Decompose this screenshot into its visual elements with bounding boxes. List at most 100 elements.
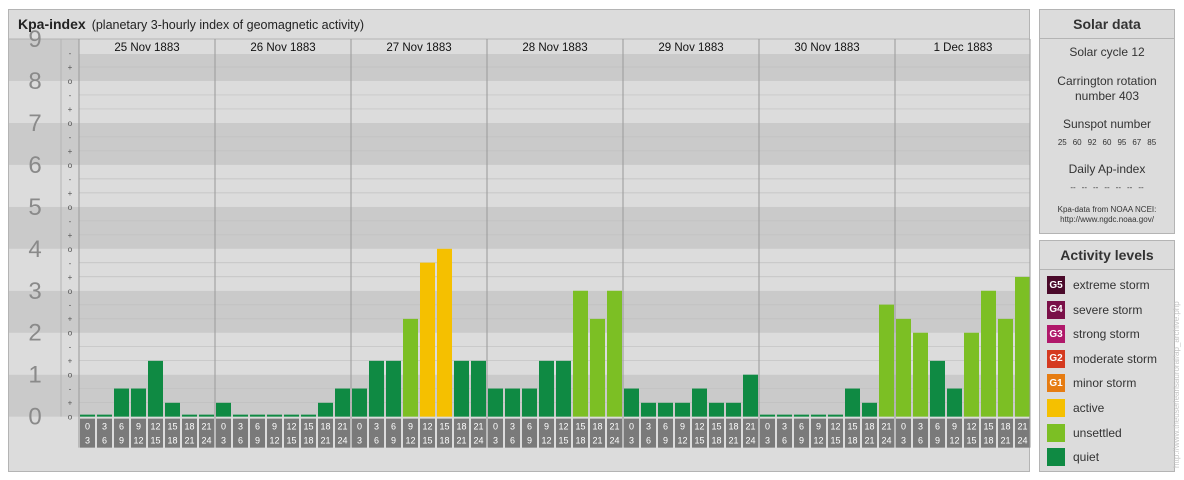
ap-index-value: -- (1104, 183, 1110, 192)
solar-cycle: Solar cycle 12 (1069, 45, 1145, 59)
time-interval-start: 12 (694, 422, 704, 432)
time-interval-end: 21 (592, 436, 602, 446)
time-interval-end: 15 (694, 436, 704, 446)
day-label: 25 Nov 1883 (114, 42, 179, 54)
kp-bar (947, 388, 962, 417)
y-minor-tick: + (68, 273, 73, 282)
time-interval-end: 6 (646, 436, 651, 446)
kp-bar (182, 414, 197, 417)
time-interval-start: 3 (510, 422, 515, 432)
kp-band (9, 80, 1030, 123)
time-interval-end: 24 (337, 436, 347, 446)
y-tick-label: 8 (28, 68, 41, 95)
time-interval-start: 3 (646, 422, 651, 432)
time-interval-start: 21 (1017, 422, 1027, 432)
time-interval-end: 18 (847, 436, 857, 446)
time-interval-start: 6 (391, 422, 396, 432)
sunspot-value: 60 (1102, 138, 1112, 147)
sunspot-value: 60 (1072, 138, 1082, 147)
time-interval-start: 12 (422, 422, 432, 432)
time-interval-end: 9 (935, 436, 940, 446)
time-interval-start: 0 (221, 422, 226, 432)
kp-bar (80, 414, 95, 417)
kp-bar (267, 414, 282, 417)
time-interval-start: 9 (816, 422, 821, 432)
y-tick-label: 0 (28, 404, 41, 431)
time-interval-end: 15 (830, 436, 840, 446)
time-interval-end: 18 (167, 436, 177, 446)
time-interval-end: 21 (864, 436, 874, 446)
time-interval-end: 15 (422, 436, 432, 446)
y-minor-tick: - (69, 343, 72, 352)
activity-level-item: G3 strong storm (1047, 324, 1140, 344)
time-interval-end: 6 (374, 436, 379, 446)
day-label: 28 Nov 1883 (522, 42, 587, 54)
y-minor-tick: + (68, 399, 73, 408)
kp-bar (250, 414, 265, 417)
time-interval-end: 3 (765, 436, 770, 446)
sunspot-label: Sunspot number (1062, 117, 1152, 131)
time-interval-start: 12 (830, 422, 840, 432)
kp-bar (352, 388, 367, 417)
kp-bar (403, 318, 418, 417)
y-minor-tick: o (68, 203, 73, 212)
time-interval-end: 21 (728, 436, 738, 446)
time-interval-start: 9 (680, 422, 685, 432)
time-interval-start: 21 (609, 422, 619, 432)
time-interval-start: 18 (1000, 422, 1010, 432)
time-interval-start: 12 (966, 422, 976, 432)
time-interval-start: 18 (864, 422, 874, 432)
kp-bar (573, 290, 588, 417)
time-interval-start: 15 (439, 422, 449, 432)
sunspot-value: 85 (1147, 138, 1157, 147)
kp-band (9, 206, 1030, 249)
activity-levels-panel: Activity levels G5 extreme storm G4 severe … (1039, 240, 1175, 472)
time-interval-start: 15 (711, 422, 721, 432)
time-interval-end: 18 (575, 436, 585, 446)
activity-level-swatch (1047, 399, 1065, 417)
time-interval-end: 9 (663, 436, 668, 446)
kp-bar (505, 388, 520, 417)
time-interval-end: 3 (85, 436, 90, 446)
time-interval-start: 18 (728, 422, 738, 432)
kp-bar (896, 318, 911, 417)
time-interval-start: 12 (558, 422, 568, 432)
y-minor-tick: - (69, 301, 72, 310)
time-interval-end: 6 (102, 436, 107, 446)
kp-bar (114, 388, 129, 417)
kp-bar (488, 388, 503, 417)
solar-data-panel: Solar data Solar cycle 12 Carrington rot… (1039, 9, 1175, 234)
y-tick-label: 3 (28, 278, 41, 305)
watermark-url: http://www.theuserlearisauroral/ap_archi… (1172, 301, 1181, 468)
activity-level-label: strong storm (1073, 327, 1140, 342)
kp-bar (930, 360, 945, 417)
kp-bar (862, 402, 877, 417)
y-minor-tick: + (68, 189, 73, 198)
y-tick-label: 7 (28, 110, 41, 137)
activity-level-label: minor storm (1073, 376, 1137, 391)
activity-title-divider (1040, 269, 1174, 270)
activity-level-label: quiet (1073, 450, 1100, 465)
kp-bar (658, 402, 673, 417)
time-interval-start: 9 (272, 422, 277, 432)
sunspot-value: 25 (1057, 138, 1067, 147)
time-interval-start: 9 (136, 422, 141, 432)
kpa-bar-chart: 0123456789o+-o+-o+-o+-o+-o+-o+-o+-o+- 25 … (9, 26, 1031, 448)
day-label: 1 Dec 1883 (934, 42, 993, 54)
solar-data-title: Solar data (1073, 16, 1141, 32)
carrington-line-1: Carrington rotation (1057, 74, 1157, 88)
time-interval-end: 3 (221, 436, 226, 446)
time-interval-start: 15 (303, 422, 313, 432)
kp-bar (199, 414, 214, 417)
y-minor-tick: - (69, 385, 72, 394)
y-minor-tick: - (69, 175, 72, 184)
kp-bar (794, 414, 809, 417)
time-interval-end: 3 (493, 436, 498, 446)
time-interval-end: 24 (881, 436, 891, 446)
y-minor-tick: - (69, 217, 72, 226)
activity-level-swatch (1047, 423, 1065, 442)
time-interval-end: 12 (677, 436, 687, 446)
time-interval-start: 6 (255, 422, 260, 432)
time-interval-end: 9 (119, 436, 124, 446)
y-minor-tick: o (68, 119, 73, 128)
